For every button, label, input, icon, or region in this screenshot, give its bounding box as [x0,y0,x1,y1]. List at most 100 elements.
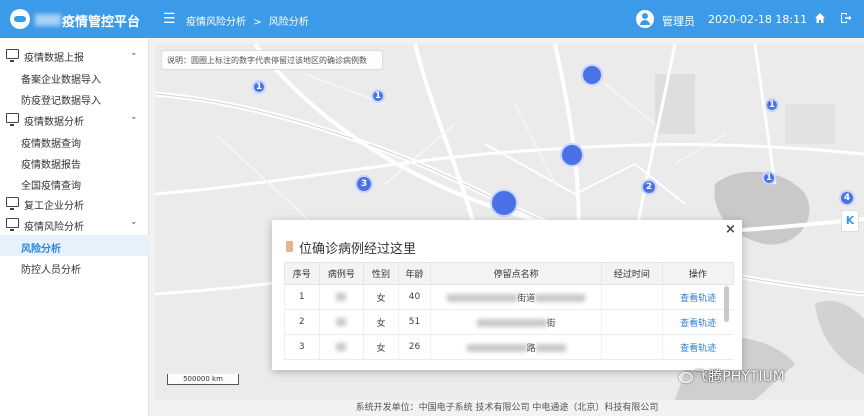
row-time [600,309,663,335]
row-time [600,284,663,310]
case-marker[interactable] [560,143,584,167]
column-header: 病例号 [318,262,365,285]
row-index: 3 [284,334,320,360]
phone-icon [286,241,293,252]
column-header: 停留点名称 [430,262,602,285]
breadcrumb-parent[interactable]: 疫情风险分析 [186,17,246,28]
sidebar-item-data-query[interactable]: 疫情数据查询 [0,130,149,151]
sidebar-item-data-report[interactable]: 疫情数据报告 [0,151,149,172]
row-place: 街道 [430,284,602,310]
case-marker[interactable]: 2 [641,179,657,195]
sidebar-group-label: 疫情数据分析 [24,117,84,128]
table-row: 3 女 26 路 查看轨迹 [284,334,734,360]
platform-title: 疫情管控平台 [62,15,141,30]
case-route-dialog: × 位确诊病例经过这里 序号 病例号 性别 年龄 停留点名称 经过时间 操作 1… [272,220,742,370]
row-index: 2 [284,309,320,335]
sidebar-item-label: 疫情数据报告 [21,160,81,171]
case-marker[interactable]: 4 [839,190,855,206]
case-marker[interactable]: 1 [765,98,779,112]
sidebar-item-registration-import[interactable]: 防疫登记数据导入 [0,87,149,108]
table-header-row: 序号 病例号 性别 年龄 停留点名称 经过时间 操作 [284,262,735,285]
sidebar-item-label: 备案企业数据导入 [21,75,101,86]
row-time [600,334,663,360]
sidebar-group-resume-work[interactable]: 复工企业分析 [0,192,149,214]
chevron-down-icon: ⌄ [130,217,138,227]
case-id-redacted [318,334,364,360]
view-route-label[interactable]: 查看轨迹 [680,319,716,329]
place-suffix: 路 [526,343,536,354]
column-header: 年龄 [397,262,432,285]
row-place: 街 [430,309,602,335]
sidebar-group-data-report[interactable]: 疫情数据上报 ⌄ [0,44,149,66]
chevron-down-icon: ⌄ [130,48,138,58]
sidebar-item-label: 防控人员分析 [21,265,81,276]
footer-credits: 系统开发单位：中国电子系统 技术有限公司 中电通途（北京）科技有限公司 [150,400,864,416]
chevron-down-icon: ⌄ [130,112,138,122]
sidebar-item-staff-analysis[interactable]: 防控人员分析 [0,256,149,277]
watermark-label: 飞腾PHYTIUM [694,369,785,385]
sidebar-group-risk-analysis[interactable]: 疫情风险分析 ⌄ [0,213,149,235]
monitor-icon [6,113,19,126]
case-marker[interactable]: 1 [371,89,385,103]
sidebar-item-label: 风险分析 [21,244,61,255]
sidebar-item-national-query[interactable]: 全国疫情查询 [0,172,149,193]
case-marker[interactable]: 3 [355,175,373,193]
column-header: 序号 [284,262,320,285]
case-marker[interactable] [490,189,518,217]
close-icon[interactable]: × [725,222,736,237]
sidebar-group-label: 疫情数据上报 [24,53,84,64]
case-marker[interactable]: 1 [762,171,776,185]
sidebar-item-label: 防疫登记数据导入 [21,96,101,107]
home-icon[interactable] [814,12,826,24]
sidebar-group-data-analysis[interactable]: 疫情数据分析 ⌄ [0,108,149,130]
sidebar-item-company-import[interactable]: 备案企业数据导入 [0,66,149,87]
redacted-brand-prefix [35,14,61,26]
case-id-redacted [318,284,364,310]
case-table: 序号 病例号 性别 年龄 停留点名称 经过时间 操作 1 女 40 街道 查看轨… [284,262,735,360]
watermark-text: 飞腾PHYTIUM [672,366,785,386]
row-age: 51 [397,309,431,335]
breadcrumb: 疫情风险分析 > 风险分析 [186,13,313,28]
table-row: 1 女 40 街道 查看轨迹 [284,284,734,310]
row-gender: 女 [363,309,399,335]
monitor-icon [6,49,19,62]
logout-icon[interactable] [840,12,852,24]
row-place: 路 [430,334,602,360]
table-scrollbar[interactable] [724,286,729,322]
view-route-label[interactable]: 查看轨迹 [680,294,716,304]
row-age: 26 [397,334,431,360]
sidebar-group-label: 复工企业分析 [24,201,84,212]
platform-logo-icon [10,9,30,29]
map-legend-note: 说明：圆圈上标注的数字代表停留过该地区的确诊病例数 [161,50,383,70]
row-age: 40 [397,284,431,310]
case-marker[interactable] [581,64,603,86]
view-route-link[interactable]: 查看轨迹 [661,334,734,360]
map-scale-bar: 500000 km [167,374,239,385]
sidebar-item-label: 全国疫情查询 [21,181,81,192]
top-header: 疫情管控平台 ☰ 疫情风险分析 > 风险分析 管理员 2020-02-18 18… [0,0,864,38]
menu-toggle-icon[interactable]: ☰ [163,11,176,27]
row-gender: 女 [363,284,399,310]
dialog-title: 位确诊病例经过这里 [299,242,417,257]
view-route-link[interactable]: 查看轨迹 [661,284,734,310]
view-route-label[interactable]: 查看轨迹 [680,344,716,354]
sidebar-item-label: 疫情数据查询 [21,139,81,150]
current-datetime: 2020-02-18 18:11 [708,13,808,26]
sidebar-nav: 疫情数据上报 ⌄ 备案企业数据导入 防疫登记数据导入 疫情数据分析 ⌄ 疫情数据… [0,38,149,416]
monitor-icon [6,197,19,210]
breadcrumb-current: 风险分析 [268,17,309,28]
sidebar-item-risk-analysis[interactable]: 风险分析 [0,235,149,256]
row-gender: 女 [363,334,399,360]
table-row: 2 女 51 街 查看轨迹 [284,309,734,335]
case-id-redacted [318,309,364,335]
column-header: 经过时间 [600,262,663,285]
sidebar-group-label: 疫情风险分析 [24,222,84,233]
user-name[interactable]: 管理员 [662,13,695,29]
monitor-icon [6,218,19,231]
case-marker[interactable]: 1 [252,80,266,94]
view-route-link[interactable]: 查看轨迹 [661,309,734,335]
user-avatar-icon[interactable] [636,10,654,28]
panel-collapse-button[interactable]: K [841,210,859,232]
row-index: 1 [284,284,320,310]
column-header: 性别 [363,262,399,285]
